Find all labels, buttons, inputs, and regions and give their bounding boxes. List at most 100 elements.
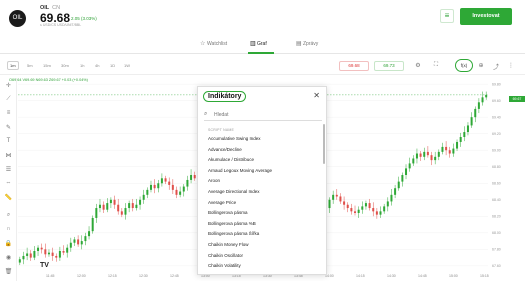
timeframe-4h[interactable]: 4h [95, 63, 99, 68]
candle-up [383, 206, 386, 212]
candle-down [350, 208, 353, 212]
horizontal-line-icon[interactable]: ≡ [4, 110, 13, 116]
fullscreen-icon[interactable]: ⛶ [432, 62, 440, 69]
y-tick-label: 67.80 [492, 248, 501, 252]
tab-label: Watchlist [207, 41, 228, 47]
oil-logo: OIL [9, 10, 26, 27]
chart-icon: ▥ [250, 41, 256, 47]
indicator-item[interactable]: Akumulace / Distribuce [198, 155, 326, 166]
zoom-icon[interactable]: ⌕ [4, 212, 13, 219]
candle-up [361, 206, 364, 210]
candle-up [412, 158, 415, 164]
indicator-item[interactable]: Bollingerova pásma %B [198, 219, 326, 230]
candle-up [481, 97, 484, 103]
fib-icon[interactable]: ☰ [4, 166, 13, 173]
sell-price-button[interactable]: 69.68 [339, 61, 369, 71]
indicator-item[interactable]: Accumulative Swing Index [198, 134, 326, 145]
indicator-item[interactable]: Bollingerova pásma Šířka [198, 229, 326, 240]
candle-up [328, 199, 331, 209]
indicators-dialog: Indikátory ✕ ⌕ SCRIPT NAME Accumulative … [197, 86, 327, 275]
timeframe-1w[interactable]: 1W [124, 63, 130, 68]
candle-down [372, 208, 375, 212]
y-tick-label: 68.00 [492, 231, 501, 235]
trash-icon[interactable]: 🗑 [4, 268, 13, 275]
timeframe-1m[interactable]: 1m [7, 61, 19, 70]
indicator-item[interactable]: Chaikin Oscillator [198, 251, 326, 262]
candle-up [124, 208, 127, 215]
candle-up [88, 231, 91, 237]
candle-down [175, 189, 178, 195]
candle-up [463, 132, 466, 137]
header: OIL OIL CN 69.68 2.05 (3.03%) ≤ USD/CS US… [0, 0, 525, 32]
candle-up [146, 189, 149, 195]
measure-icon[interactable]: ⇔ [4, 180, 13, 186]
candle-down [113, 199, 116, 205]
candle-up [106, 203, 109, 210]
settings-icon[interactable]: ⚙ [414, 62, 422, 69]
tab-watchlist[interactable]: ☆ Watchlist [200, 40, 227, 47]
indicator-item[interactable]: Bollingerova pásma [198, 208, 326, 219]
candle-up [485, 94, 488, 98]
search-icon: ⌕ [204, 111, 208, 117]
candle-up [408, 163, 411, 169]
close-icon[interactable]: ✕ [313, 91, 320, 100]
indicator-item[interactable]: Arnaud Legoux Moving Average [198, 166, 326, 177]
tab-zpravy[interactable]: ▤Zprávy [296, 40, 318, 47]
brush-icon[interactable]: ✎ [4, 124, 13, 131]
indicators-button[interactable]: f(x) [455, 59, 473, 72]
indicator-item[interactable]: Chaikin Money Flow [198, 240, 326, 251]
indicator-item[interactable]: Aroon [198, 176, 326, 187]
ruler-icon[interactable]: 📏 [4, 194, 13, 201]
instrument-subinfo: ≤ USD/CS USD/UNIT/BBL [40, 23, 82, 27]
magnet-icon[interactable]: ∩ [4, 226, 13, 232]
indicator-search: ⌕ [204, 109, 322, 121]
candle-down [168, 181, 171, 185]
timeframe-1h[interactable]: 1h [80, 63, 84, 68]
indicator-item[interactable]: Average Directional Index [198, 187, 326, 198]
trading-page: OIL OIL CN 69.68 2.05 (3.03%) ≤ USD/CS US… [0, 0, 525, 281]
candle-up [474, 108, 477, 118]
more-icon[interactable]: ⋮ [507, 62, 515, 69]
candle-up [441, 146, 444, 152]
x-tick-label: 11:45 [46, 274, 55, 278]
price-change: 2.05 (3.03%) [71, 16, 97, 21]
candle-down [445, 146, 448, 151]
candle-up [69, 242, 72, 248]
x-tick-label: 15:15 [480, 274, 489, 278]
candle-down [44, 249, 47, 255]
timeframe-5m[interactable]: 5m [27, 63, 33, 68]
candle-up [80, 241, 83, 245]
candle-down [375, 211, 378, 215]
indicator-item[interactable]: Advance/Decline [198, 145, 326, 156]
tab-graf[interactable]: ▥Graf [250, 40, 267, 47]
indicator-item[interactable]: Chaikin Volatility [198, 261, 326, 272]
menu-button[interactable]: ≡ [440, 9, 454, 23]
candle-up [73, 239, 76, 243]
indicator-search-input[interactable] [214, 110, 314, 119]
candle-down [131, 203, 134, 209]
timeframe-15m[interactable]: 15m [43, 63, 51, 68]
crosshair-icon[interactable]: ✛ [4, 82, 13, 89]
share-icon[interactable]: ⤴ [492, 62, 500, 71]
candle-up [477, 102, 480, 109]
x-tick-label: 12:00 [77, 274, 86, 278]
timeframe-30m[interactable]: 30m [61, 63, 69, 68]
candle-up [456, 141, 459, 149]
drawing-toolbar: ✛ ⟋ ≡ ✎ T ⋈ ☰ ⇔ 📏 ⌕ ∩ 🔒 ◉ 🗑 [0, 78, 17, 281]
indicator-item[interactable]: Average Price [198, 198, 326, 209]
timeframe-1d[interactable]: 1D [110, 63, 115, 68]
trendline-icon[interactable]: ⟋ [4, 96, 13, 103]
candle-down [339, 196, 342, 202]
lock-icon[interactable]: 🔒 [4, 240, 13, 247]
pattern-icon[interactable]: ⋈ [4, 152, 13, 159]
candle-up [190, 175, 193, 180]
eye-icon[interactable]: ◉ [4, 254, 13, 261]
x-tick-label: 12:15 [108, 274, 117, 278]
candle-down [419, 153, 422, 157]
add-icon[interactable]: ⊕ [477, 62, 485, 69]
buy-price-button[interactable]: 69.73 [374, 61, 404, 71]
candle-up [179, 191, 182, 195]
text-icon[interactable]: T [4, 138, 13, 144]
tab-label: Zprávy [303, 41, 319, 47]
invest-button[interactable]: Investovat [460, 8, 512, 25]
